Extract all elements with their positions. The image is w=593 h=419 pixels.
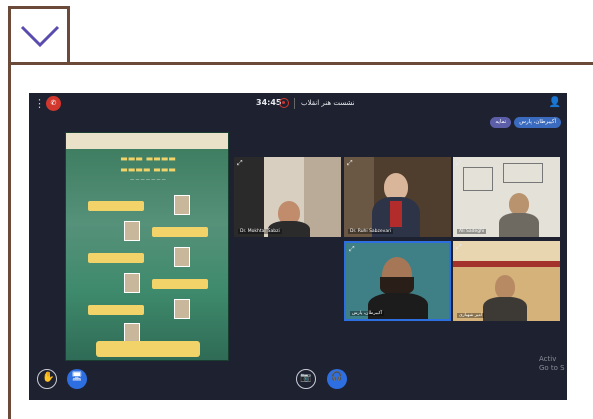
divider [294,98,295,109]
poster-subtitle-art: — — — — — — — [130,177,166,182]
poster-photo [124,273,140,293]
meeting-timer: 34:45 [256,98,282,107]
phone-end-icon[interactable]: ✆ [46,96,61,111]
poster-card [88,253,144,263]
meeting-topbar: ⋮ ✆ 34:45 نشست هنر انقلاب 👤 [29,93,567,115]
poster-title-art: ▬▬▬ ▬▬▬▬ ▬▬▬▬ ▬▬▬ [120,154,176,174]
monitor-icon: 🖥 [71,372,83,382]
expand-icon[interactable]: ⤢ [349,245,355,254]
chip[interactable]: آکیبرطان، پارس [514,117,561,128]
poster-card [152,279,208,289]
poster-photo [174,247,190,267]
audio-button[interactable]: 🎧 [327,369,347,389]
poster-photo [174,299,190,319]
meeting-screenshot: ⋮ ✆ 34:45 نشست هنر انقلاب 👤 نمایه آکیبرط… [29,93,567,400]
participant-name: Dr. Ruhi Sabzevari [348,229,394,234]
share-screen-button[interactable]: 🖥 [67,369,87,389]
collapse-toggle[interactable] [8,6,70,64]
poster-card [88,201,144,211]
expand-icon[interactable]: ⤢ [456,243,462,252]
participants-icon[interactable]: 👤 [549,97,561,108]
expand-icon[interactable]: ⤢ [237,159,243,168]
more-menu-icon[interactable]: ⋮ [34,97,45,110]
video-tile[interactable]: ⤢ Dr. Ruhi Sabzevari [344,157,451,237]
poster-row [78,299,218,321]
poster-header [66,133,228,149]
chip-row: نمایه آکیبرطان، پارس [490,117,561,128]
poster-row [78,195,218,217]
record-icon [279,98,289,108]
chip[interactable]: نمایه [490,117,512,128]
expand-icon[interactable]: ⤢ [347,159,353,168]
hand-icon: ✋ [42,372,55,383]
poster-card [152,227,208,237]
camera-button[interactable]: 📷 [296,369,316,389]
poster-photo [174,195,190,215]
poster-row [78,221,218,243]
poster-row [78,247,218,269]
poster-photo [124,323,140,343]
activation-watermark: Activ Go to S [539,355,565,373]
poster-row [78,273,218,295]
participant-name: آکیبرطان، پارس [350,311,385,316]
session-title: نشست هنر انقلاب [301,99,355,107]
raise-hand-button[interactable]: ✋ [37,369,57,389]
poster-footer [96,341,200,357]
expand-icon[interactable]: ⤢ [456,159,462,168]
video-tile[interactable]: ⤢ Ali Sadeghi [453,157,560,237]
poster-card [88,305,144,315]
participant-name: Ali Sadeghi [457,229,487,234]
watermark-line: Activ [539,355,557,363]
watermark-line: Go to S [539,364,565,372]
video-tile-active[interactable]: ⤢ آکیبرطان، پارس [344,241,451,321]
chevron-down-icon [20,25,60,48]
poster-photo [124,221,140,241]
video-tile[interactable]: ⤢ امیر شهبازی [453,241,560,321]
shared-poster: ▬▬▬ ▬▬▬▬ ▬▬▬▬ ▬▬▬ — — — — — — — [65,132,229,361]
headphones-icon: 🎧 [331,372,343,382]
camera-off-icon: 📷 [300,373,312,383]
participant-name: امیر شهبازی [457,313,485,318]
video-tile[interactable]: ⤢ Dr. Mokhtar Sabzi [234,157,341,237]
participant-name: Dr. Mokhtar Sabzi [238,229,282,234]
